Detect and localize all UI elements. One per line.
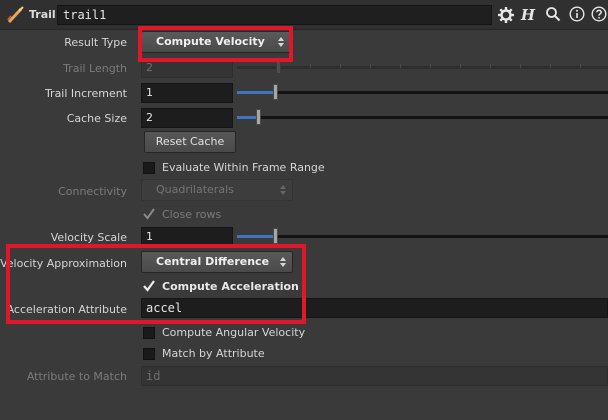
result-type-label: Result Type [64,36,127,49]
trail-increment-slider-handle[interactable] [273,84,278,100]
reset-cache-button[interactable]: Reset Cache [144,131,236,153]
question-icon[interactable] [588,5,608,25]
dropdown-arrows-icon [277,36,285,48]
velocity-scale-slider-track[interactable] [237,235,608,238]
velocity-approximation-dropdown[interactable]: Central Difference [141,251,293,273]
help-h-icon[interactable]: H [517,5,539,25]
parameter-header: Trail trail1 H [0,0,608,30]
trail-tool-icon [6,6,26,24]
trail-length-label: Trail Length [63,62,127,75]
connectivity-value: Quadrilaterals [156,183,234,196]
trail-length-slider-ticks [280,58,608,74]
velocity-scale-field[interactable]: 1 [141,227,233,247]
trail-increment-slider-track[interactable] [237,91,608,94]
attribute-to-match-label: Attribute to Match [26,370,127,383]
match-by-attribute-label: Match by Attribute [162,347,265,360]
compute-angular-velocity-checkbox[interactable] [143,327,155,339]
evaluate-within-range-checkbox[interactable] [143,162,155,174]
compute-acceleration-checkmark-icon[interactable] [142,279,156,293]
trail-length-field[interactable]: 2 [141,58,233,78]
search-icon[interactable] [542,5,564,25]
cache-size-field[interactable]: 2 [141,108,233,128]
match-by-attribute-checkbox[interactable] [143,348,155,360]
trail-increment-field[interactable]: 1 [141,83,233,103]
gear-icon[interactable] [495,5,517,25]
node-type-label: Trail [29,8,56,21]
velocity-scale-slider-handle[interactable] [273,228,278,244]
acceleration-attribute-label: Acceleration Attribute [6,303,127,316]
info-icon[interactable] [566,5,588,25]
velocity-approximation-value: Central Difference [156,255,270,268]
cache-size-slider-handle[interactable] [256,109,261,125]
connectivity-dropdown[interactable]: Quadrilaterals [141,179,293,201]
trail-increment-label: Trail Increment [44,87,127,100]
result-type-dropdown[interactable]: Compute Velocity [141,31,291,53]
dropdown-arrows-icon [279,184,287,196]
dropdown-arrows-icon [279,256,287,268]
node-name-field[interactable]: trail1 [57,5,492,25]
evaluate-within-range-label: Evaluate Within Frame Range [162,161,325,174]
cache-size-label: Cache Size [66,112,127,125]
close-rows-label: Close rows [162,208,222,221]
connectivity-label: Connectivity [58,185,127,198]
result-type-value: Compute Velocity [156,35,265,48]
velocity-approximation-label: Velocity Approximation [0,257,127,270]
velocity-scale-label: Velocity Scale [50,231,127,244]
acceleration-attribute-field[interactable]: accel [141,298,608,318]
cache-size-slider-track[interactable] [237,116,608,119]
close-rows-checkmark-icon[interactable] [142,207,156,221]
compute-acceleration-label: Compute Acceleration [162,280,299,293]
attribute-to-match-field[interactable]: id [141,366,608,386]
trail-length-slider-handle[interactable] [276,58,281,74]
compute-angular-velocity-label: Compute Angular Velocity [162,326,306,339]
